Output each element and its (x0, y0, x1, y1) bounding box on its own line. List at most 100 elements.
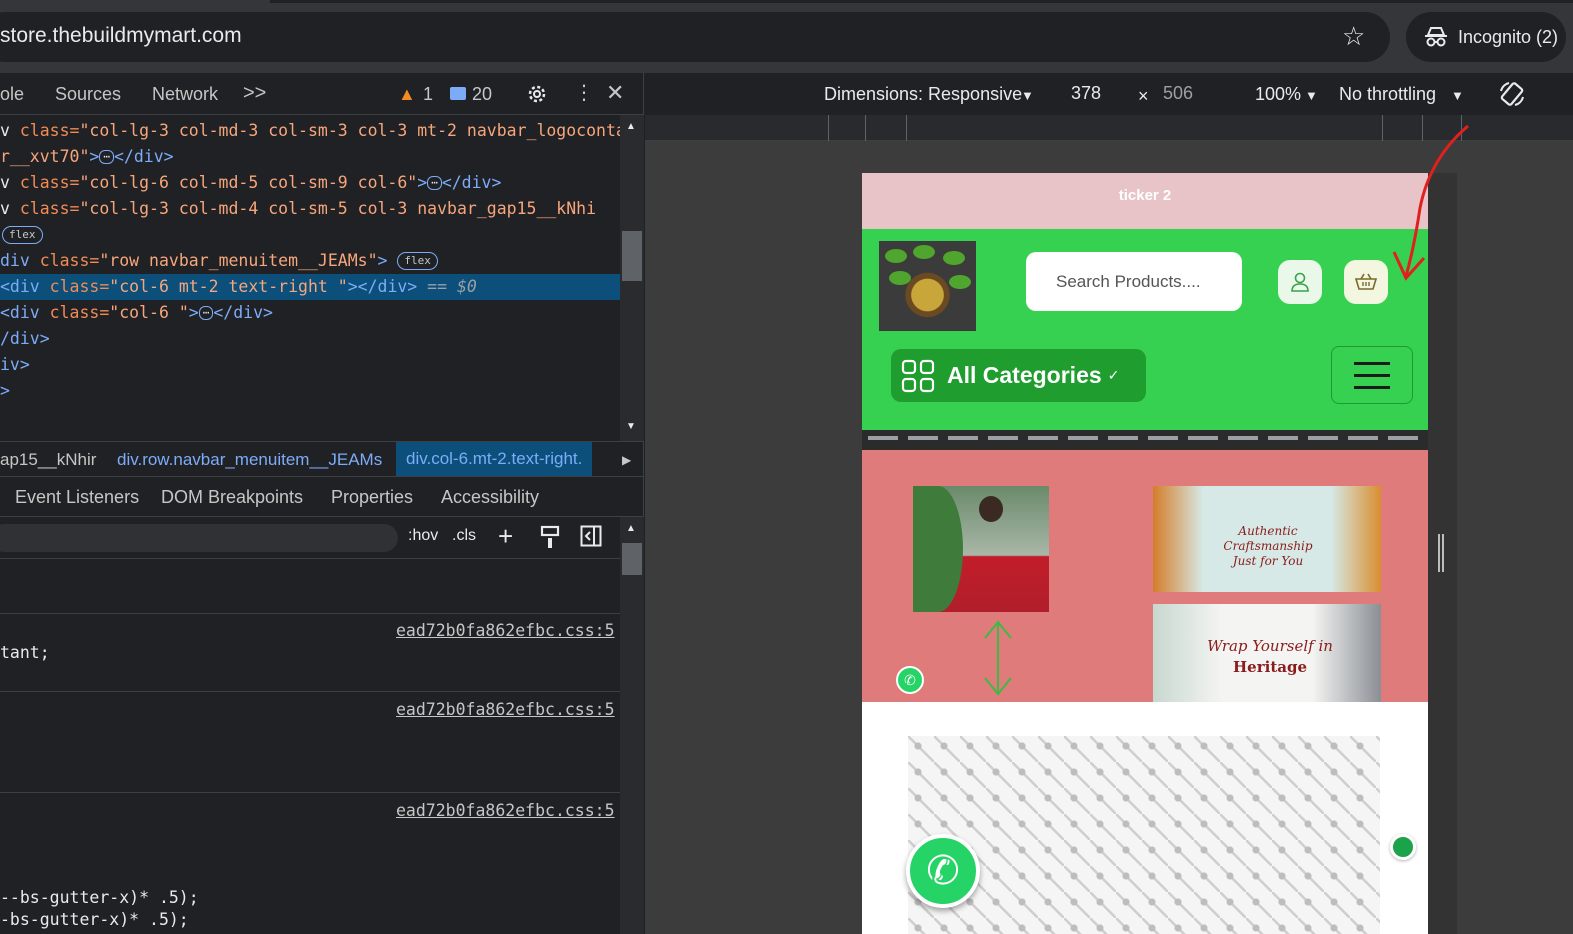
breadcrumb-scroll-right-icon[interactable]: ▶ (622, 453, 631, 467)
add-rule-icon[interactable]: + (498, 521, 513, 552)
embedded-screenshot-strip (862, 424, 1428, 450)
model-head-shape (979, 496, 1003, 522)
tab-sources[interactable]: Sources (55, 84, 121, 105)
whatsapp-float-icon[interactable]: ✆ (906, 834, 980, 908)
more-tabs-chevron-icon[interactable]: >> (243, 82, 266, 105)
tree-line[interactable]: div class="row navbar_menuitem__JEAMs"> … (0, 248, 620, 274)
css-source-link[interactable]: ead72b0fa862efbc.css:5 (396, 700, 615, 719)
tree-line-selected[interactable]: <div class="col-6 mt-2 text-right "></di… (0, 274, 620, 300)
site-navbar: Search Products.... All Categories ✓ (862, 229, 1428, 424)
resize-handle[interactable] (1438, 534, 1444, 572)
tree-line[interactable]: v class="col-lg-3 col-md-4 col-sm-5 col-… (0, 196, 620, 222)
tree-line[interactable]: iv> (0, 352, 620, 378)
css-declaration[interactable]: -bs-gutter-x)* .5); (0, 910, 189, 929)
tab-strip (270, 0, 1573, 3)
tree-line[interactable]: v class="col-lg-3 col-md-3 col-sm-3 col-… (0, 118, 620, 144)
leaf-shape (913, 245, 935, 259)
scroll-thumb[interactable] (622, 231, 642, 281)
times-label: × (1138, 86, 1149, 106)
tab-accessibility[interactable]: Accessibility (441, 487, 539, 508)
paint-roller-icon[interactable] (540, 525, 560, 549)
caption-line: Just for You (1232, 554, 1304, 568)
incognito-label: Incognito (2) (1458, 26, 1559, 47)
tab-properties[interactable]: Properties (331, 487, 413, 508)
ruler-tick (828, 115, 829, 141)
double-arrow-annotation-icon (984, 620, 1012, 696)
scroll-up-icon[interactable]: ▲ (626, 523, 636, 534)
elements-tree[interactable]: v class="col-lg-3 col-md-3 col-sm-3 col-… (0, 115, 620, 441)
scroll-thumb[interactable] (622, 543, 642, 575)
breadcrumb: ap15__kNhir div.row.navbar_menuitem__JEA… (0, 441, 644, 477)
styles-scrollbar[interactable]: ▲ (620, 517, 644, 934)
tab-network[interactable]: Network (152, 84, 218, 105)
message-count[interactable]: 20 (472, 84, 492, 105)
address-bar[interactable]: store.thebuildmymart.com (0, 12, 1390, 62)
hover-state-toggle[interactable]: :hov (408, 527, 438, 545)
leaf-shape (943, 251, 965, 265)
url-text[interactable]: store.thebuildmymart.com (0, 24, 242, 48)
warning-count[interactable]: 1 (423, 84, 433, 105)
tree-line[interactable]: /div> (0, 326, 620, 352)
css-declaration[interactable]: tant; (0, 643, 50, 662)
chevron-down-icon[interactable]: ▼ (1305, 88, 1318, 103)
settings-gear-icon[interactable] (525, 82, 549, 106)
rotate-device-icon[interactable] (1497, 79, 1527, 109)
chevron-down-icon[interactable]: ▼ (1021, 88, 1034, 103)
hero-banner: Authentic Craftsmanship Just for You Wra… (862, 450, 1428, 702)
bookmark-star-icon[interactable]: ☆ (1342, 23, 1365, 49)
breadcrumb-item-selected[interactable]: div.col-6.mt-2.text-right. (396, 442, 593, 476)
banner-image-craftsmanship[interactable]: Authentic Craftsmanship Just for You (1153, 486, 1381, 592)
tree-scrollbar[interactable]: ▲ ▼ (620, 115, 644, 441)
css-source-link[interactable]: ead72b0fa862efbc.css:5 (396, 621, 615, 640)
breadcrumb-item[interactable]: div.row.navbar_menuitem__JEAMs (117, 450, 382, 470)
incognito-icon (1425, 27, 1447, 47)
ruler-tick (865, 115, 866, 141)
zoom-dropdown[interactable]: 100% (1255, 84, 1301, 105)
search-input[interactable]: Search Products.... (1026, 252, 1242, 311)
message-icon[interactable] (450, 87, 466, 100)
flex-badge[interactable]: flex (397, 252, 438, 270)
height-input[interactable]: 506 (1157, 79, 1225, 107)
basket-icon (1355, 273, 1377, 290)
caption-line: Authentic Craftsmanship (1223, 524, 1313, 553)
css-source-link[interactable]: ead72b0fa862efbc.css:5 (396, 801, 615, 820)
account-button[interactable] (1278, 260, 1322, 304)
toggle-sidebar-icon[interactable] (580, 525, 602, 547)
breadcrumb-item[interactable]: ap15__kNhir (0, 450, 96, 470)
incognito-button[interactable]: Incognito (2) (1406, 12, 1566, 62)
ruler-tick (906, 115, 907, 141)
styles-filter-input[interactable] (0, 524, 398, 552)
rule-divider (0, 613, 620, 614)
device-toolbar: Dimensions: Responsive ▼ 378 × 506 100% … (645, 73, 1573, 115)
chevron-down-icon[interactable]: ▼ (1451, 88, 1464, 103)
tab-dom-breakpoints[interactable]: DOM Breakpoints (161, 487, 303, 508)
more-options-icon[interactable]: ⋮ (574, 80, 594, 105)
bookmarks-row (868, 436, 1418, 440)
flex-badge[interactable]: flex (2, 226, 43, 244)
tree-line[interactable]: > (0, 378, 620, 404)
chevron-icon: ✓ (1107, 367, 1120, 383)
warning-icon[interactable]: ▲ (398, 84, 416, 105)
tree-line[interactable]: r__xvt70"> ⋯ </div> (0, 144, 620, 170)
site-logo[interactable] (879, 241, 976, 331)
scroll-down-icon[interactable]: ▼ (626, 421, 636, 432)
all-categories-button[interactable]: All Categories ✓ (891, 349, 1146, 402)
scroll-up-icon[interactable]: ▲ (626, 121, 636, 132)
dimensions-dropdown[interactable]: Dimensions: Responsive (824, 84, 1022, 105)
tab-console[interactable]: ole (0, 84, 24, 105)
css-declaration[interactable]: --bs-gutter-x)* .5); (0, 888, 199, 907)
tree-line[interactable]: <div class="col-6 "> ⋯ </div> (0, 300, 620, 326)
banner-image-heritage[interactable]: Wrap Yourself in Heritage (1153, 604, 1381, 702)
shopping-pattern-background (908, 736, 1380, 934)
class-toggle[interactable]: .cls (452, 527, 476, 545)
chat-bubble-icon[interactable] (1390, 834, 1416, 860)
width-input[interactable]: 378 (1065, 79, 1133, 107)
hamburger-menu-button[interactable] (1331, 346, 1413, 404)
tab-event-listeners[interactable]: Event Listeners (15, 487, 139, 508)
throttle-dropdown[interactable]: No throttling (1339, 84, 1436, 105)
tree-line[interactable]: v class="col-lg-6 col-md-5 col-sm-9 col-… (0, 170, 620, 196)
close-devtools-icon[interactable]: ✕ (606, 80, 624, 106)
banner-image-saree[interactable] (913, 486, 1049, 612)
tree-line[interactable]: flex (0, 222, 620, 248)
whatsapp-small-icon[interactable]: ✆ (896, 666, 924, 694)
